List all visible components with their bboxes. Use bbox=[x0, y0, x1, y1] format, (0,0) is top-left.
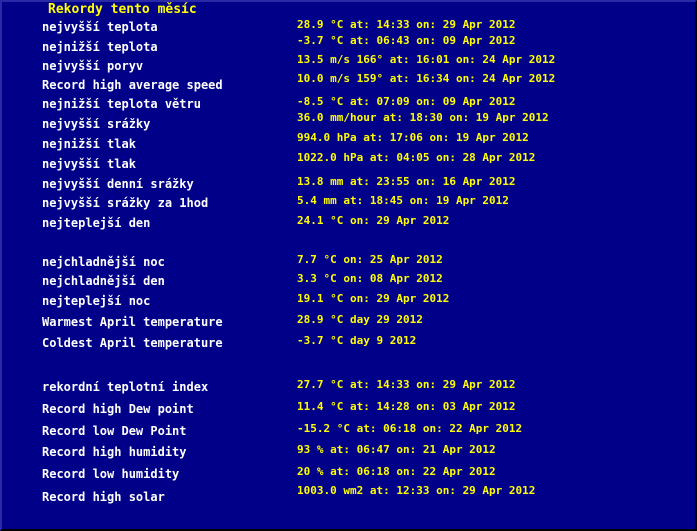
record-label: nejvyšší denní srážky bbox=[42, 177, 194, 191]
record-row-high-pressure: nejvyšší tlak 1022.0 hPa at: 04:05 on: 2… bbox=[2, 151, 695, 176]
record-row-warmest-night: nejteplejší noc 19.1 °C on: 29 Apr 2012 bbox=[2, 292, 695, 313]
record-value: -3.7 °C at: 06:43 on: 09 Apr 2012 bbox=[297, 34, 516, 47]
record-label: nejnižší tlak bbox=[42, 137, 136, 151]
record-row-coldest-night: nejchladnější noc 7.7 °C on: 25 Apr 2012 bbox=[2, 253, 695, 274]
record-row-heat-index: rekordní teplotní index 27.7 °C at: 14:3… bbox=[2, 378, 695, 399]
record-value: 11.4 °C at: 14:28 on: 03 Apr 2012 bbox=[297, 400, 516, 413]
record-label: nejvyšší teplota bbox=[42, 20, 158, 34]
record-value: 28.9 °C at: 14:33 on: 29 Apr 2012 bbox=[297, 18, 516, 31]
record-label: nejteplejší noc bbox=[42, 294, 151, 308]
record-value: 27.7 °C at: 14:33 on: 29 Apr 2012 bbox=[297, 378, 516, 391]
record-label: Record high solar bbox=[42, 490, 165, 504]
record-label: Coldest April temperature bbox=[42, 336, 223, 350]
record-label: Record low humidity bbox=[42, 467, 180, 481]
record-value: -3.7 °C day 9 2012 bbox=[297, 334, 417, 347]
record-label: Warmest April temperature bbox=[42, 315, 223, 329]
record-label: Record low Dew Point bbox=[42, 424, 187, 438]
record-label: Record high Dew point bbox=[42, 402, 194, 416]
record-value: 7.7 °C on: 25 Apr 2012 bbox=[297, 253, 443, 266]
record-row-high-solar: Record high solar 1003.0 wm2 at: 12:33 o… bbox=[2, 484, 695, 509]
record-value: 994.0 hPa at: 17:06 on: 19 Apr 2012 bbox=[297, 131, 529, 144]
record-label: nejnižší teplota větru bbox=[42, 97, 201, 111]
record-value: 24.1 °C on: 29 Apr 2012 bbox=[297, 214, 450, 227]
record-label: nejvyšší srážky bbox=[42, 117, 151, 131]
record-label: nejvyšší srážky za 1hod bbox=[42, 196, 209, 210]
record-row-high-daily-rain: nejvyšší denní srážky 13.8 mm at: 23:55 … bbox=[2, 175, 695, 196]
record-label: nejvyšší tlak bbox=[42, 157, 136, 171]
record-row-coldest-month-temp: Coldest April temperature -3.7 °C day 9 … bbox=[2, 334, 695, 355]
record-value: 13.8 mm at: 23:55 on: 16 Apr 2012 bbox=[297, 175, 516, 188]
record-value: 13.5 m/s 166° at: 16:01 on: 24 Apr 2012 bbox=[297, 53, 556, 66]
record-value: 5.4 mm at: 18:45 on: 19 Apr 2012 bbox=[297, 194, 509, 207]
record-value: -8.5 °C at: 07:09 on: 09 Apr 2012 bbox=[297, 95, 516, 108]
record-row-high-dew-point: Record high Dew point 11.4 °C at: 14:28 … bbox=[2, 400, 695, 421]
record-row-high-humidity: Record high humidity 93 % at: 06:47 on: … bbox=[2, 443, 695, 464]
page-title: Rekordy tento měsíc bbox=[48, 2, 197, 17]
record-value: 1003.0 wm2 at: 12:33 on: 29 Apr 2012 bbox=[297, 484, 536, 497]
record-value: -15.2 °C at: 06:18 on: 22 Apr 2012 bbox=[297, 422, 523, 435]
record-row-low-humidity: Record low humidity 20 % at: 06:18 on: 2… bbox=[2, 465, 695, 486]
record-label: nejchladnější noc bbox=[42, 255, 165, 269]
record-label: nejchladnější den bbox=[42, 274, 165, 288]
record-row-low-dew-point: Record low Dew Point -15.2 °C at: 06:18 … bbox=[2, 422, 695, 443]
record-label: nejteplejší den bbox=[42, 216, 151, 230]
record-row-warmest-month-temp: Warmest April temperature 28.9 °C day 29… bbox=[2, 313, 695, 334]
record-value: 19.1 °C on: 29 Apr 2012 bbox=[297, 292, 450, 305]
record-label: rekordní teplotní index bbox=[42, 380, 209, 394]
record-row-high-hourly-rain: nejvyšší srážky za 1hod 5.4 mm at: 18:45… bbox=[2, 194, 695, 215]
record-value: 36.0 mm/hour at: 18:30 on: 19 Apr 2012 bbox=[297, 111, 549, 124]
record-value: 28.9 °C day 29 2012 bbox=[297, 313, 423, 326]
record-value: 3.3 °C on: 08 Apr 2012 bbox=[297, 272, 443, 285]
record-value: 1022.0 hPa at: 04:05 on: 28 Apr 2012 bbox=[297, 151, 536, 164]
record-label: nejvyšší poryv bbox=[42, 59, 144, 73]
record-value: 20 % at: 06:18 on: 22 Apr 2012 bbox=[297, 465, 496, 478]
record-label: Record high humidity bbox=[42, 445, 187, 459]
record-row-high-avg-speed: Record high average speed 10.0 m/s 159° … bbox=[2, 72, 695, 97]
record-value: 93 % at: 06:47 on: 21 Apr 2012 bbox=[297, 443, 496, 456]
record-row-warmest-day: nejteplejší den 24.1 °C on: 29 Apr 2012 bbox=[2, 214, 695, 235]
record-value: 10.0 m/s 159° at: 16:34 on: 24 Apr 2012 bbox=[297, 72, 556, 85]
records-panel: Rekordy tento měsíc nejvyšší teplota 28.… bbox=[0, 0, 697, 531]
record-row-coldest-day: nejchladnější den 3.3 °C on: 08 Apr 2012 bbox=[2, 272, 695, 293]
record-label: Record high average speed bbox=[42, 78, 223, 92]
record-label: nejnižší teplota bbox=[42, 40, 158, 54]
